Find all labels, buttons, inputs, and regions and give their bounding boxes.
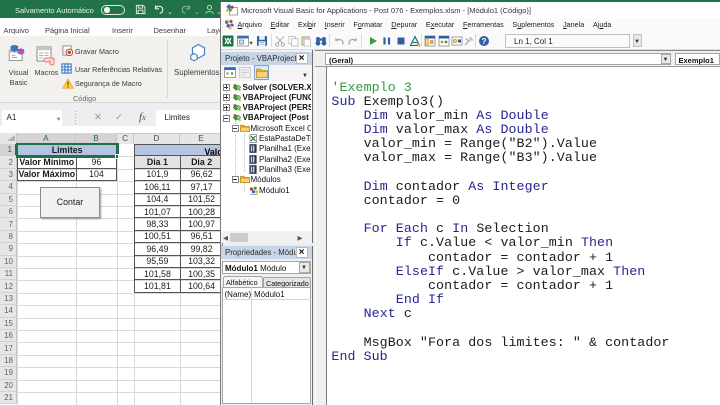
svg-text:?: ? <box>481 36 486 46</box>
